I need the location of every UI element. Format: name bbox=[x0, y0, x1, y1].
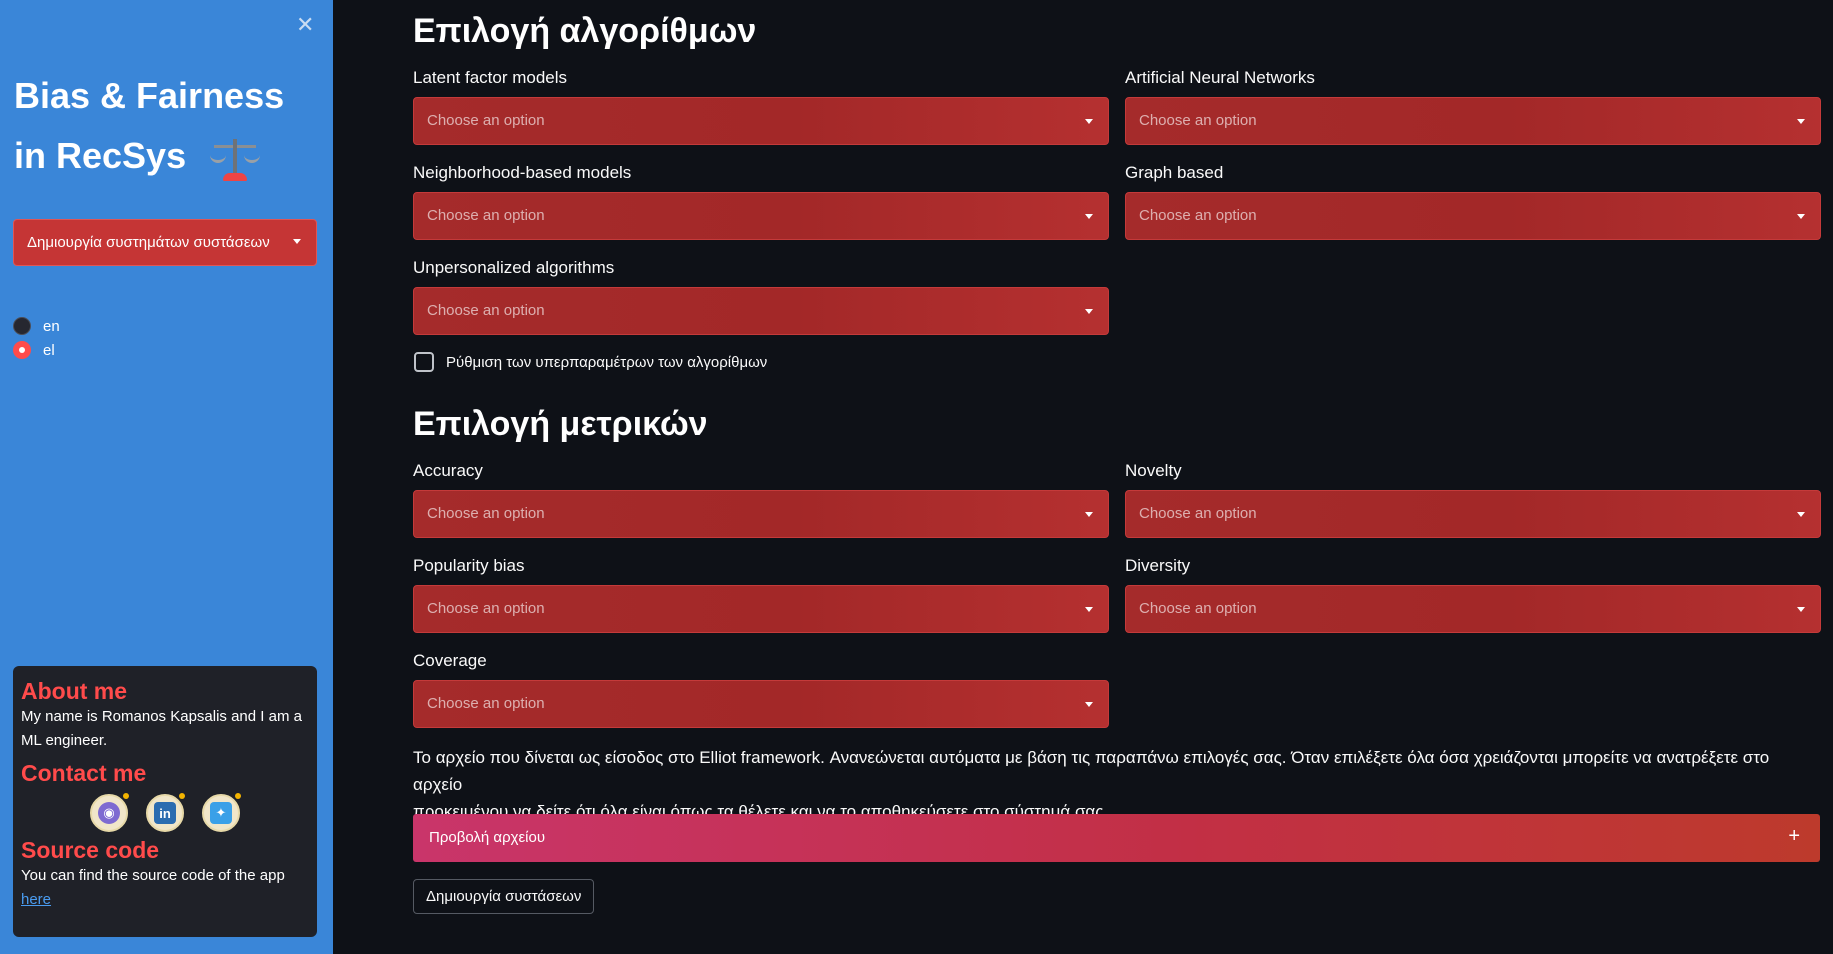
neighborhood-label: Neighborhood-based models bbox=[413, 163, 632, 182]
source-text: You can find the source code of the app bbox=[21, 867, 285, 884]
chevron-down-icon bbox=[1797, 512, 1805, 517]
chevron-down-icon bbox=[1797, 607, 1805, 612]
language-option-el[interactable]: el bbox=[13, 338, 60, 362]
select-placeholder: Choose an option bbox=[427, 505, 545, 522]
select-placeholder: Choose an option bbox=[427, 112, 545, 129]
file-description: Το αρχείο που δίνεται ως είσοδος στο Ell… bbox=[413, 744, 1813, 825]
social-links: ◉ in ✦ bbox=[21, 793, 309, 832]
select-placeholder: Choose an option bbox=[1139, 112, 1257, 129]
neural-networks-select[interactable]: Choose an option bbox=[1125, 97, 1821, 145]
select-placeholder: Choose an option bbox=[1139, 505, 1257, 522]
diversity-label: Diversity bbox=[1125, 556, 1191, 575]
chevron-down-icon bbox=[1085, 214, 1093, 219]
select-placeholder: Choose an option bbox=[427, 207, 545, 224]
twitter-icon[interactable]: ✦ bbox=[202, 793, 241, 832]
chevron-down-icon bbox=[1085, 702, 1093, 707]
chevron-down-icon bbox=[293, 239, 301, 244]
latent-factor-label: Latent factor models bbox=[413, 68, 568, 87]
select-placeholder: Choose an option bbox=[427, 695, 545, 712]
language-radio-group: en el bbox=[13, 314, 60, 362]
language-label-el: el bbox=[43, 341, 55, 359]
coverage-label: Coverage bbox=[413, 651, 487, 670]
source-link[interactable]: here bbox=[21, 891, 51, 908]
neural-networks-label: Artificial Neural Networks bbox=[1125, 68, 1315, 87]
hyperparams-checkbox[interactable]: Ρύθμιση των υπερπαραμέτρων των αλγορίθμω… bbox=[414, 352, 767, 372]
chevron-down-icon bbox=[1797, 214, 1805, 219]
algorithms-section-title: Επιλογή αλγορίθμων bbox=[413, 12, 757, 50]
graph-based-select[interactable]: Choose an option bbox=[1125, 192, 1821, 240]
linkedin-icon[interactable]: in bbox=[146, 793, 185, 832]
accuracy-label: Accuracy bbox=[413, 461, 483, 480]
popularity-bias-label: Popularity bias bbox=[413, 556, 525, 575]
novelty-select[interactable]: Choose an option bbox=[1125, 490, 1821, 538]
balance-scale-icon bbox=[210, 135, 261, 182]
metrics-section-title: Επιλογή μετρικών bbox=[413, 405, 708, 443]
page-select-value: Δημιουργία συστημάτων συστάσεων bbox=[27, 234, 270, 251]
about-heading: About me bbox=[21, 678, 128, 704]
latent-factor-select[interactable]: Choose an option bbox=[413, 97, 1109, 145]
chevron-down-icon bbox=[1085, 607, 1093, 612]
app-title-line2: in RecSys bbox=[14, 135, 187, 176]
diversity-select[interactable]: Choose an option bbox=[1125, 585, 1821, 633]
chevron-down-icon bbox=[1797, 119, 1805, 124]
about-text: My name is Romanos Kapsalis and I am a M… bbox=[21, 708, 302, 749]
app-title: Bias & Fairness in RecSys bbox=[14, 66, 314, 186]
checkbox-icon[interactable] bbox=[414, 352, 434, 372]
chevron-down-icon bbox=[1085, 512, 1093, 517]
language-option-en[interactable]: en bbox=[13, 314, 60, 338]
accuracy-select[interactable]: Choose an option bbox=[413, 490, 1109, 538]
unpersonalized-label: Unpersonalized algorithms bbox=[413, 258, 615, 277]
app-title-line1: Bias & Fairness bbox=[14, 75, 285, 116]
graph-based-label: Graph based bbox=[1125, 163, 1224, 182]
view-file-expander-label: Προβολή αρχείου bbox=[429, 829, 546, 846]
chevron-down-icon bbox=[1085, 119, 1093, 124]
coverage-select[interactable]: Choose an option bbox=[413, 680, 1109, 728]
close-sidebar-icon[interactable]: ✕ bbox=[296, 14, 314, 36]
page-select[interactable]: Δημιουργία συστημάτων συστάσεων bbox=[13, 219, 317, 266]
plus-icon: + bbox=[1788, 825, 1800, 847]
select-placeholder: Choose an option bbox=[1139, 600, 1257, 617]
chevron-down-icon bbox=[1085, 309, 1093, 314]
language-label-en: en bbox=[43, 317, 60, 335]
radio-selected-icon[interactable] bbox=[13, 341, 31, 359]
hyperparams-checkbox-label: Ρύθμιση των υπερπαραμέτρων των αλγορίθμω… bbox=[446, 353, 768, 371]
select-placeholder: Choose an option bbox=[427, 600, 545, 617]
view-file-expander[interactable]: Προβολή αρχείου + bbox=[413, 814, 1820, 862]
popularity-bias-select[interactable]: Choose an option bbox=[413, 585, 1109, 633]
select-placeholder: Choose an option bbox=[1139, 207, 1257, 224]
github-icon[interactable]: ◉ bbox=[90, 793, 129, 832]
novelty-label: Novelty bbox=[1125, 461, 1182, 480]
source-heading: Source code bbox=[21, 837, 160, 863]
create-recommendations-button[interactable]: Δημιουργία συστάσεων bbox=[413, 879, 595, 914]
file-description-line1: Το αρχείο που δίνεται ως είσοδος στο Ell… bbox=[413, 748, 1770, 794]
contact-heading: Contact me bbox=[21, 760, 147, 786]
select-placeholder: Choose an option bbox=[427, 302, 545, 319]
main-content: Επιλογή αλγορίθμων Latent factor models … bbox=[333, 0, 1833, 954]
about-card: About me My name is Romanos Kapsalis and… bbox=[13, 666, 317, 937]
unpersonalized-select[interactable]: Choose an option bbox=[413, 287, 1109, 335]
sidebar: ✕ Bias & Fairness in RecSys Δημιουργία σ… bbox=[0, 0, 333, 954]
neighborhood-select[interactable]: Choose an option bbox=[413, 192, 1109, 240]
radio-unselected-icon[interactable] bbox=[13, 317, 31, 335]
